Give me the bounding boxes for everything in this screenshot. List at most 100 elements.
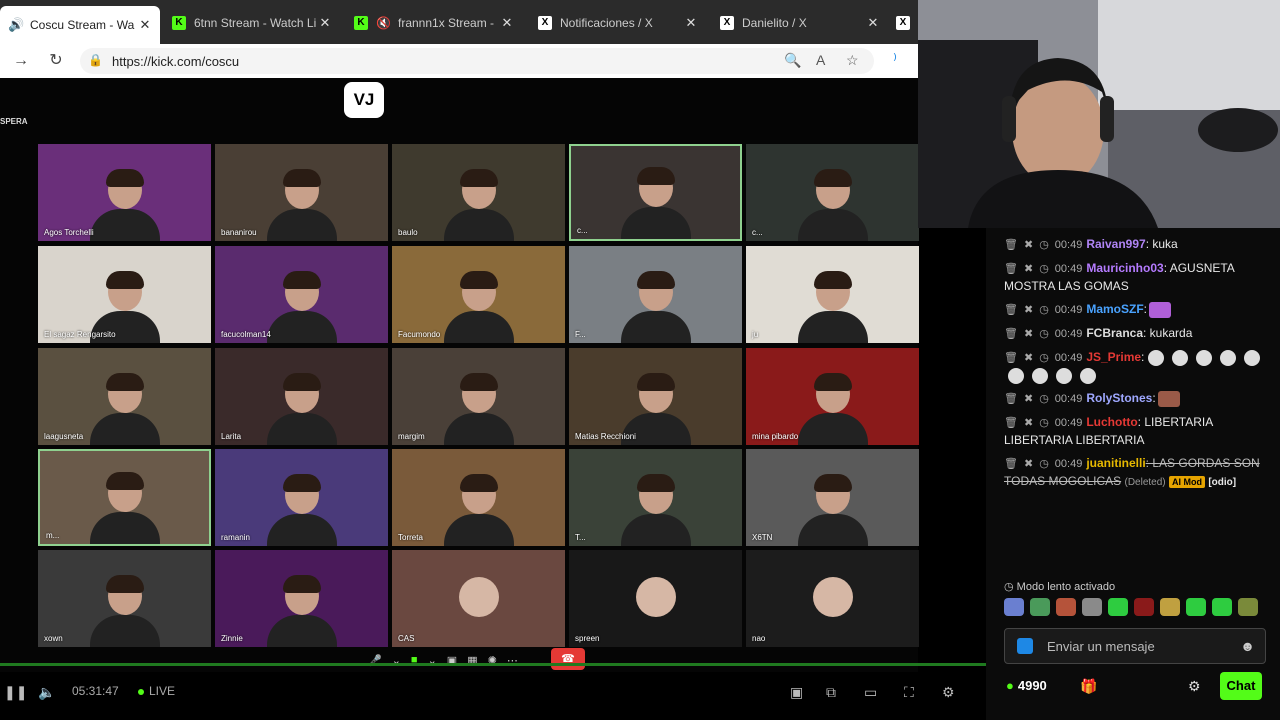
close-icon[interactable]: ✕ xyxy=(864,15,882,31)
video-tile[interactable]: T... xyxy=(569,449,742,546)
chat-username[interactable]: RolyStones xyxy=(1086,391,1152,405)
timeout-icon[interactable]: ◷ xyxy=(1039,393,1049,405)
chat-message[interactable]: 🗑 ✖ ◷ 00:49 juanitinelli: LAS GORDAS SON TOD… xyxy=(986,453,1280,495)
chat-message-list[interactable]: 🗑 ✖ ◷ 00:49 Raivan997: kuka 🗑 ✖ ◷ 00:49 Mauricinh… xyxy=(986,234,1280,574)
ban-icon[interactable]: ✖ xyxy=(1024,393,1033,405)
video-tile[interactable]: mina pibardo xyxy=(746,348,919,445)
chat-username[interactable]: Raivan997 xyxy=(1086,237,1145,251)
tab-notificaciones[interactable]: X Notificaciones / X ✕ xyxy=(530,8,706,38)
chat-username[interactable]: Mauricinho03 xyxy=(1086,261,1163,275)
channel-points[interactable]: ● 4990 xyxy=(1006,678,1047,693)
video-tile[interactable]: bananirou xyxy=(215,144,388,241)
emote-icon[interactable] xyxy=(1238,598,1258,616)
video-tile[interactable]: baulo xyxy=(392,144,565,241)
timeout-icon[interactable]: ◷ xyxy=(1039,458,1049,470)
video-tile[interactable]: Matias Recchioni xyxy=(569,348,742,445)
video-tile[interactable]: nao xyxy=(746,550,919,647)
timeout-icon[interactable]: ◷ xyxy=(1039,352,1049,364)
close-icon[interactable]: ✕ xyxy=(498,15,516,31)
video-tile[interactable]: c... xyxy=(746,144,919,241)
ban-icon[interactable]: ✖ xyxy=(1024,263,1033,275)
video-tile[interactable]: margim xyxy=(392,348,565,445)
ban-icon[interactable]: ✖ xyxy=(1024,328,1033,340)
timeout-icon[interactable]: ◷ xyxy=(1039,239,1049,251)
delete-icon[interactable]: 🗑 xyxy=(1004,263,1018,275)
smiley-icon[interactable]: ☻ xyxy=(1240,638,1255,654)
emote-icon[interactable] xyxy=(1082,598,1102,616)
timeout-icon[interactable]: ◷ xyxy=(1039,304,1049,316)
chat-input[interactable]: Enviar un mensaje ☻ xyxy=(1004,628,1266,664)
emote-icon[interactable] xyxy=(1108,598,1128,616)
timeout-icon[interactable]: ◷ xyxy=(1039,417,1049,429)
miniplayer-icon[interactable]: ▣ xyxy=(790,684,803,701)
video-tile[interactable]: Larita xyxy=(215,348,388,445)
video-tile[interactable]: El sagaz Rengarsito xyxy=(38,246,211,343)
video-tile[interactable]: X6TN xyxy=(746,449,919,546)
reload-icon[interactable]: ↻ xyxy=(45,50,67,72)
tab-danielito[interactable]: X Danielito / X ✕ xyxy=(712,8,888,38)
chat-settings-icon[interactable]: ⚙ xyxy=(1188,678,1201,695)
chat-message[interactable]: 🗑 ✖ ◷ 00:49 FCBranca: kukarda xyxy=(986,323,1280,347)
chat-username[interactable]: FCBranca xyxy=(1086,326,1143,340)
emote-icon[interactable] xyxy=(1030,598,1050,616)
ban-icon[interactable]: ✖ xyxy=(1024,458,1033,470)
url-text[interactable]: https://kick.com/coscu xyxy=(112,54,239,69)
delete-icon[interactable]: 🗑 xyxy=(1004,417,1018,429)
delete-icon[interactable]: 🗑 xyxy=(1004,352,1018,364)
zoom-icon[interactable]: 🔍 xyxy=(784,52,801,69)
ban-icon[interactable]: ✖ xyxy=(1024,417,1033,429)
chat-message[interactable]: 🗑 ✖ ◷ 00:49 MamoSZF: xyxy=(986,299,1280,323)
tab-frannn1x[interactable]: K 🔇 frannn1x Stream - ✕ xyxy=(346,8,522,38)
pause-icon[interactable]: ❚❚ xyxy=(4,684,27,701)
close-icon[interactable]: ✕ xyxy=(316,15,334,31)
video-tile[interactable]: CAS xyxy=(392,550,565,647)
extension-icon[interactable]: ⁾ xyxy=(884,50,906,72)
chat-message[interactable]: 🗑 ✖ ◷ 00:49 RolyStones: xyxy=(986,388,1280,412)
close-icon[interactable]: ✕ xyxy=(136,17,154,33)
progress-bar[interactable] xyxy=(0,663,986,666)
close-icon[interactable]: ✕ xyxy=(682,15,700,31)
emote-icon[interactable] xyxy=(1134,598,1154,616)
mute-icon[interactable]: 🔇 xyxy=(376,16,391,30)
ban-icon[interactable]: ✖ xyxy=(1024,304,1033,316)
gift-icon[interactable]: 🎁 xyxy=(1080,678,1097,695)
tab-6tnn[interactable]: K 6tnn Stream - Watch Li ✕ xyxy=(164,8,340,38)
video-tile[interactable]: Torreta xyxy=(392,449,565,546)
url-field[interactable]: 🔒 https://kick.com/coscu 🔍 A ☆ xyxy=(80,48,874,74)
emote-icon[interactable] xyxy=(1004,598,1024,616)
chat-username[interactable]: JS_Prime xyxy=(1086,350,1141,364)
delete-icon[interactable]: 🗑 xyxy=(1004,458,1018,470)
favorite-star-icon[interactable]: ☆ xyxy=(846,52,859,69)
kick-emote-icon[interactable] xyxy=(1017,638,1033,654)
ban-icon[interactable]: ✖ xyxy=(1024,352,1033,364)
chat-message[interactable]: 🗑 ✖ ◷ 00:49 Mauricinho03: AGUSNETA MOSTRA LA… xyxy=(986,258,1280,299)
delete-icon[interactable]: 🗑 xyxy=(1004,239,1018,251)
video-tile[interactable]: spreen xyxy=(569,550,742,647)
video-tile[interactable]: ju xyxy=(746,246,919,343)
delete-icon[interactable]: 🗑 xyxy=(1004,393,1018,405)
chat-message[interactable]: 🗑 ✖ ◷ 00:49 Luchotto: LIBERTARIA LIBERTARIA … xyxy=(986,412,1280,453)
theater-mode-icon[interactable]: ▭ xyxy=(864,684,877,701)
read-aloud-icon[interactable]: A xyxy=(816,52,825,68)
delete-icon[interactable]: 🗑 xyxy=(1004,304,1018,316)
video-tile[interactable]: facucolman14 xyxy=(215,246,388,343)
video-tile[interactable]: xown xyxy=(38,550,211,647)
video-tile[interactable]: F... xyxy=(569,246,742,343)
clip-icon[interactable]: ⧉ xyxy=(826,684,836,701)
ban-icon[interactable]: ✖ xyxy=(1024,239,1033,251)
end-call-button[interactable]: ☎ xyxy=(551,648,585,670)
settings-icon[interactable]: ⚙ xyxy=(942,684,955,701)
chat-message[interactable]: 🗑 ✖ ◷ 00:49 Raivan997: kuka xyxy=(986,234,1280,258)
emote-icon[interactable] xyxy=(1056,598,1076,616)
emote-icon[interactable] xyxy=(1212,598,1232,616)
video-tile[interactable]: Zinnie xyxy=(215,550,388,647)
timeout-icon[interactable]: ◷ xyxy=(1039,328,1049,340)
video-tile[interactable]: m... xyxy=(38,449,211,546)
fullscreen-icon[interactable]: ⛶ xyxy=(904,684,914,701)
emote-icon[interactable] xyxy=(1160,598,1180,616)
video-tile[interactable]: Agos Torchelli xyxy=(38,144,211,241)
video-tile[interactable]: Facumondo xyxy=(392,246,565,343)
chat-send-button[interactable]: Chat xyxy=(1220,672,1262,700)
chat-username[interactable]: Luchotto xyxy=(1086,415,1137,429)
tab-coscu[interactable]: 🔊 Coscu Stream - Wa ✕ xyxy=(0,6,160,44)
